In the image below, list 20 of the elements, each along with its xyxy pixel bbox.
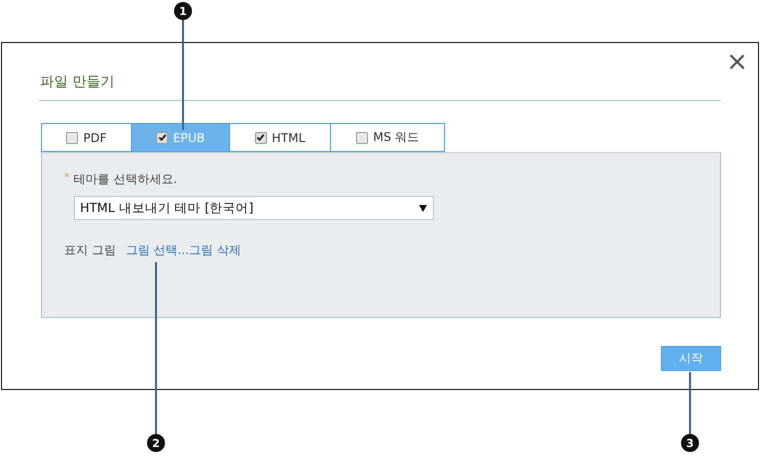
link[interactable]: 그림 삭제 [189, 242, 241, 259]
cover-label: 표지 그림 [64, 242, 116, 259]
checkbox[interactable] [66, 132, 78, 144]
checkbox[interactable] [254, 132, 267, 144]
checkbox[interactable] [156, 132, 168, 144]
format-tab[interactable]: MS 워드 [330, 123, 445, 152]
theme-label: 테마를 선택하세요. [74, 171, 178, 188]
leader-line [689, 372, 691, 434]
callout-marker: 3 [681, 434, 699, 452]
format-tab[interactable]: HTML [229, 123, 330, 152]
format-tab[interactable]: PDF [41, 123, 131, 152]
checkbox[interactable] [356, 132, 368, 144]
callout-marker: 1 [174, 2, 192, 20]
close-button[interactable]: × [726, 49, 748, 75]
required-mark: * [64, 171, 70, 184]
callout-marker: 2 [147, 434, 165, 452]
theme-dropdown[interactable]: HTML 내보내기 테마 [한국어] [74, 196, 434, 220]
dialog-title: 파일 만들기 [39, 73, 116, 92]
caret-icon [419, 204, 427, 212]
link[interactable]: 그림 선택... [126, 242, 190, 259]
